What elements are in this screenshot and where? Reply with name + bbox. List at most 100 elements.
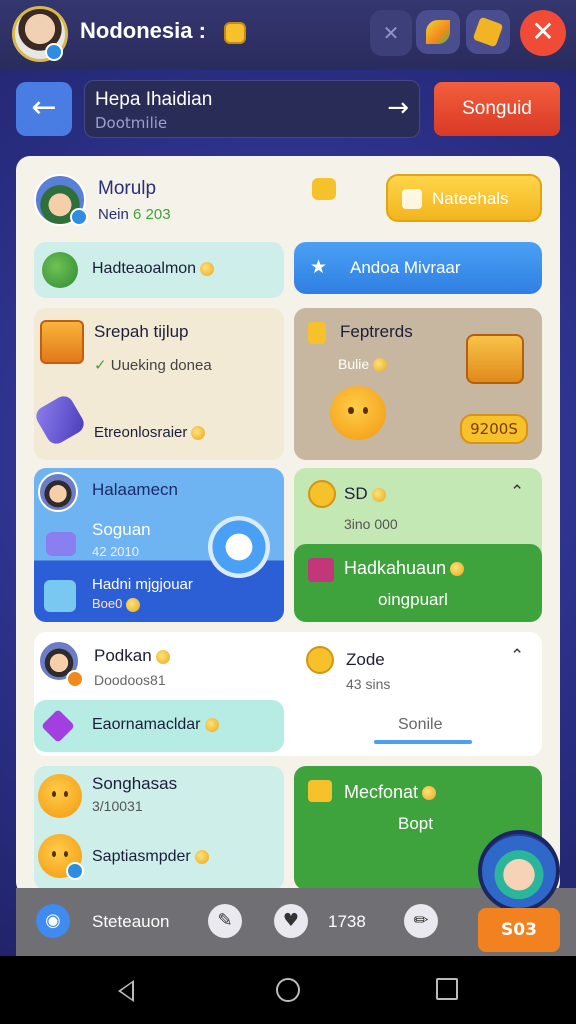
mecfonat-subtitle: Bopt — [398, 814, 433, 833]
coin-icon — [371, 487, 386, 502]
star-icon: ★ — [310, 257, 328, 278]
ticket-icon — [308, 322, 326, 344]
zode-title: Zode — [346, 650, 385, 669]
coin-icon — [224, 22, 246, 44]
potion-icon — [32, 392, 88, 448]
halaamecn-title: Halaamecn — [92, 480, 178, 499]
x-icon[interactable]: ✕ — [370, 10, 412, 56]
sonile-label: Sonile — [398, 716, 443, 733]
gift-icon — [40, 320, 84, 364]
sd-card[interactable]: SD ⌃ 3ino 000 Hadkahuaun oingpuarl — [294, 468, 542, 622]
bottom-label[interactable]: Steteauon — [92, 912, 170, 932]
profile-level: Nein 6 203 — [98, 206, 171, 223]
home-icon[interactable] — [276, 978, 300, 1002]
verified-badge-icon — [45, 43, 63, 61]
songhasas-card[interactable]: Songhasas 3/10031 Saptiasmpder — [34, 766, 284, 890]
saptiasmpder-label: Saptiasmpder — [92, 848, 209, 866]
edit-icon[interactable]: ✎ — [208, 904, 242, 938]
andoa-mivraar-label: Andoa Mivraar — [350, 258, 461, 277]
main-panel: Morulp Nein 6 203 Nateehals Hadteaoalmon… — [16, 156, 560, 896]
podkan-subtitle: Doodoos81 — [94, 672, 166, 688]
feptrerds-title: Feptrerds — [340, 322, 413, 341]
gold-button-label: Nateehals — [432, 189, 509, 208]
gift-card[interactable]: Srepah tijlup ✓ Uueking donea Etreonlosr… — [32, 308, 284, 460]
coin-icon — [126, 597, 141, 612]
andoa-mivraar-button[interactable]: ★ Andoa Mivraar — [294, 242, 542, 294]
primary-action-button[interactable]: Songuid — [434, 82, 560, 136]
character-avatar — [38, 472, 78, 512]
cube-icon — [46, 532, 76, 556]
emoji-face-icon — [38, 774, 82, 818]
profile-name: Morulp — [98, 178, 157, 199]
badge-icon — [66, 862, 84, 880]
back-icon[interactable] — [118, 980, 134, 1002]
cat-face-icon — [330, 386, 386, 440]
hadkahuaun-subtitle: oingpuarl — [378, 590, 448, 609]
system-nav-bar — [0, 956, 576, 1024]
coin-icon — [200, 261, 215, 276]
coin-icon — [422, 786, 437, 801]
player-avatar[interactable] — [12, 6, 68, 62]
coin-icon — [306, 646, 334, 674]
sd-title: SD — [344, 484, 386, 504]
vegetable-icon — [42, 252, 78, 288]
hadkahuaun-title: Hadkahuaun — [344, 558, 465, 579]
zode-subtitle: 43 sins — [346, 676, 391, 692]
recents-icon[interactable] — [436, 978, 458, 1000]
soguan-subtitle: 42 2010 — [92, 544, 139, 559]
globe-icon[interactable]: ◉ — [36, 904, 70, 938]
corner-coin-button[interactable]: S03 — [478, 908, 560, 952]
feptrerds-subtitle: Bulie — [338, 356, 388, 373]
leaf-icon — [426, 20, 450, 44]
location-bar[interactable]: Hepa Ihaidian Dootmilie → — [84, 80, 420, 138]
profile-level-value: 6 203 — [133, 206, 171, 223]
back-button[interactable]: ← — [16, 82, 72, 136]
leaf-button[interactable] — [416, 10, 460, 54]
arrow-right-icon: → — [387, 93, 409, 123]
mecfonat-title: Mecfonat — [344, 782, 437, 803]
heart-icon[interactable]: ♥ — [274, 904, 308, 938]
close-button[interactable]: ✕ — [520, 10, 566, 56]
potion-label: Etreonlosraier — [94, 424, 206, 441]
halaamecn-card[interactable]: Halaamecn Soguan 42 2010 Hadni mjgjouar … — [34, 468, 284, 622]
box-icon — [44, 580, 76, 612]
treasure-icon — [308, 780, 332, 802]
top-bar: Nodonesia : ✕ ✕ — [0, 0, 576, 70]
coin-icon — [308, 480, 336, 508]
badge-icon — [66, 670, 84, 688]
price-badge[interactable]: 9200S — [460, 414, 528, 444]
coin-icon — [194, 849, 209, 864]
hadni-subtitle: Boe0 — [92, 596, 141, 612]
gift-title: Srepah tijlup — [94, 322, 189, 341]
sd-subtitle: 3ino 000 — [344, 516, 398, 532]
gift-subtitle: ✓ Uueking donea — [94, 357, 212, 374]
chevron-up-icon[interactable]: ⌃ — [510, 482, 524, 502]
location-subtitle: Dootmilie — [95, 114, 168, 132]
bottom-value: 1738 — [328, 912, 366, 931]
songhasas-title: Songhasas — [92, 774, 178, 793]
verified-badge-icon — [70, 208, 88, 226]
assistant-avatar[interactable] — [478, 830, 560, 912]
songhasas-subtitle: 3/10031 — [92, 798, 143, 814]
soguan-title: Soguan — [92, 520, 151, 539]
eaornamacldar-button[interactable]: Eaornamacldar — [34, 700, 284, 752]
podkan-title: Podkan — [94, 646, 170, 666]
key-icon — [472, 16, 504, 48]
orb-icon — [208, 516, 270, 578]
coin-icon — [373, 358, 388, 373]
pencil-icon[interactable]: ✏ — [404, 904, 438, 938]
coin-icon — [155, 649, 170, 664]
hadkahuaun-panel[interactable]: Hadkahuaun oingpuarl — [294, 544, 542, 622]
hadteaoalmon-card[interactable]: Hadteaoalmon — [34, 242, 284, 298]
coin-icon — [450, 562, 465, 577]
treasure-chest-icon — [466, 334, 524, 384]
eaornamacldar-label: Eaornamacldar — [92, 716, 219, 734]
key-button[interactable] — [466, 10, 510, 54]
feptrerds-card[interactable]: Feptrerds Bulie 9200S — [294, 308, 542, 460]
server-name: Nodonesia : — [80, 18, 206, 43]
pentagon-icon — [41, 709, 75, 743]
check-icon: ✓ — [94, 357, 111, 374]
chevron-up-icon[interactable]: ⌃ — [510, 646, 524, 666]
coin-icon — [204, 717, 219, 732]
gold-button[interactable]: Nateehals — [386, 174, 542, 222]
